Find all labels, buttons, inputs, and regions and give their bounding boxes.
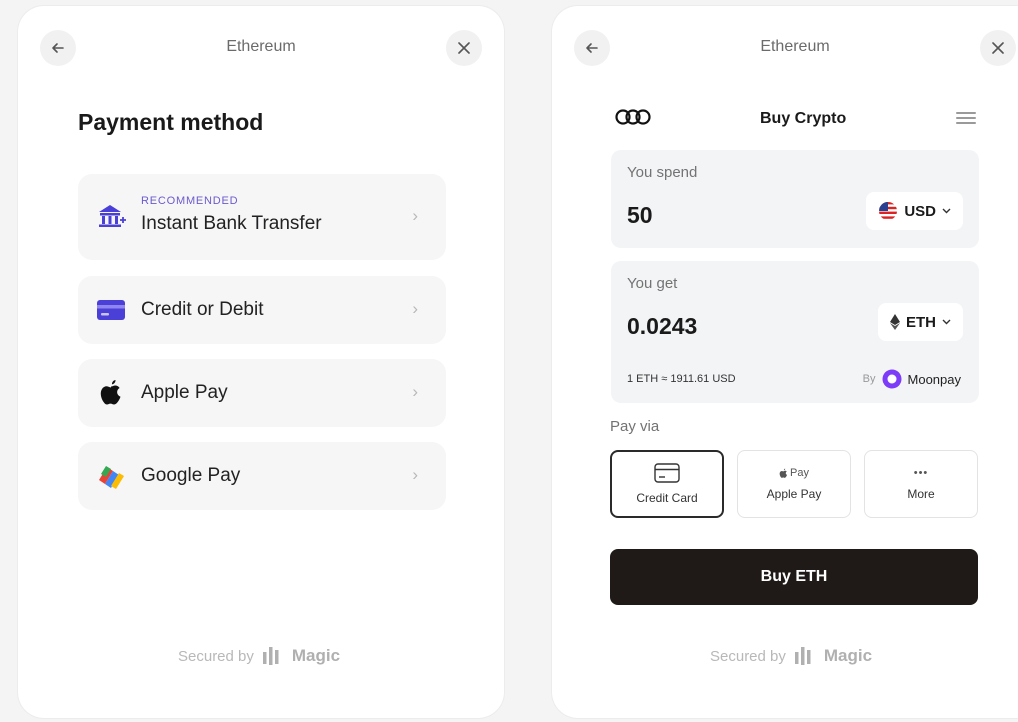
get-label: You get [627, 275, 678, 292]
apple-pay-option[interactable]: Apple Pay › [78, 359, 446, 427]
page-title: Payment method [78, 109, 264, 135]
spend-amount-input[interactable]: 50 [627, 202, 653, 229]
magic-logo-icon [794, 647, 811, 665]
bank-icon [96, 201, 126, 231]
instant-bank-transfer-option[interactable]: RECOMMENDED Instant Bank Transfer › [78, 174, 446, 260]
moonpay-icon [882, 369, 902, 389]
option-label: Instant Bank Transfer [141, 213, 322, 234]
secured-by-text: Secured by [710, 647, 786, 665]
chevron-right-icon: › [412, 382, 418, 401]
get-amount: 0.0243 [627, 313, 698, 339]
pay-option-apple-pay[interactable]: Pay Apple Pay [737, 450, 851, 518]
get-currency-select[interactable]: ETH [878, 303, 963, 341]
get-box: You get 0.0243 ETH 1 ETH ≈ 1911.61 USD B… [611, 261, 979, 403]
buy-eth-button[interactable]: Buy ETH [610, 549, 978, 605]
close-button[interactable] [980, 30, 1016, 66]
exchange-rate: 1 ETH ≈ 1911.61 USD [627, 373, 736, 385]
google-pay-option[interactable]: Google Pay › [78, 442, 446, 510]
close-icon [458, 42, 470, 54]
apple-pay-glyph-text: Pay [790, 467, 809, 479]
get-currency-code: ETH [906, 313, 936, 331]
hamburger-menu-icon[interactable] [956, 109, 976, 127]
chevron-right-icon: › [412, 299, 418, 318]
credit-debit-option[interactable]: Credit or Debit › [78, 276, 446, 344]
spend-currency-select[interactable]: USD [866, 192, 963, 230]
magic-logo-icon [262, 647, 279, 665]
more-icon: ••• [913, 467, 929, 479]
pay-option-label: Credit Card [636, 491, 698, 505]
us-flag-icon [879, 202, 898, 220]
pay-via-label: Pay via [610, 418, 660, 435]
provider-prefix: By [862, 373, 876, 385]
secured-by-footer: Secured by Magic [710, 646, 872, 666]
credit-card-icon [96, 295, 126, 325]
payment-method-panel: Ethereum Payment method RECOMMENDED Inst… [18, 6, 504, 718]
close-icon [992, 42, 1004, 54]
buy-crypto-panel: Ethereum Buy Crypto You spend 50 USD You… [552, 6, 1018, 718]
provider-badge: By Moonpay [863, 369, 961, 389]
chevron-right-icon: › [412, 465, 418, 484]
chevron-down-icon [942, 319, 951, 325]
buy-crypto-title: Buy Crypto [760, 110, 847, 127]
google-pay-icon [96, 461, 126, 491]
credit-card-icon [654, 463, 680, 483]
option-label: Apple Pay [141, 382, 228, 403]
header-title: Ethereum [760, 38, 830, 55]
secured-by-footer: Secured by Magic [178, 646, 340, 666]
recommended-badge: RECOMMENDED [141, 195, 239, 207]
secured-by-text: Secured by [178, 647, 254, 665]
pay-option-label: Apple Pay [766, 487, 822, 501]
provider-name: Moonpay [907, 371, 961, 387]
magic-brand: Magic [291, 646, 341, 665]
pay-option-more[interactable]: ••• More [864, 450, 978, 518]
spend-currency-code: USD [904, 202, 936, 220]
option-label: Credit or Debit [141, 299, 264, 320]
apple-icon [96, 378, 126, 408]
ethereum-icon [890, 314, 900, 330]
chevron-down-icon [942, 208, 951, 214]
header-title: Ethereum [226, 38, 296, 55]
chevron-right-icon: › [412, 206, 418, 225]
close-button[interactable] [446, 30, 482, 66]
spend-label: You spend [627, 164, 698, 181]
apple-pay-icon: Pay [779, 467, 809, 479]
spend-box: You spend 50 USD [611, 150, 979, 248]
moonpay-logo-icon [615, 109, 651, 125]
pay-option-label: More [907, 487, 935, 501]
magic-brand: Magic [823, 646, 873, 665]
pay-option-credit-card[interactable]: Credit Card [610, 450, 724, 518]
option-label: Google Pay [141, 465, 241, 486]
